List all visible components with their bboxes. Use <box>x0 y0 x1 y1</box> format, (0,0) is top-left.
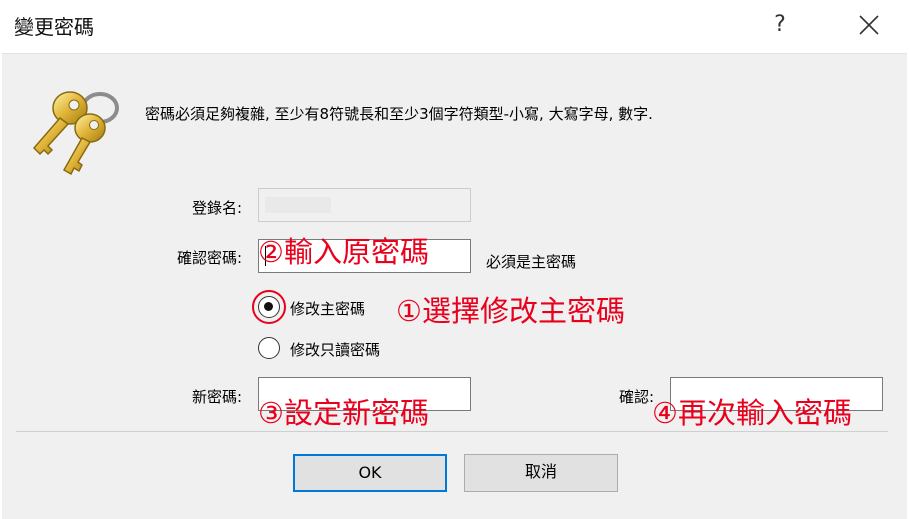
new-password-label: 新密碼: <box>191 388 242 406</box>
radio-label-modify-readonly[interactable]: 修改只讀密碼 <box>290 339 380 360</box>
window-title: 變更密碼 <box>14 15 94 39</box>
login-field <box>258 188 471 222</box>
annotation-step4: ④再次輸入密碼 <box>652 396 852 430</box>
password-policy-text: 密碼必須足夠複雜, 至少有8符號長和至少3個字符類型-小寫, 大寫字母, 數字. <box>145 105 653 123</box>
close-icon <box>859 15 879 35</box>
confirm-password-hint: 必須是主密碼 <box>486 253 577 271</box>
login-value <box>265 197 331 213</box>
annotation-step3: ③設定新密碼 <box>258 396 429 430</box>
login-label: 登錄名: <box>191 199 242 217</box>
annotation-step2: ②輸入原密碼 <box>258 235 429 269</box>
annotation-step1: ①選擇修改主密碼 <box>396 294 625 328</box>
radio-label-modify-master[interactable]: 修改主密碼 <box>290 298 365 319</box>
help-button[interactable]: ? <box>762 6 798 44</box>
ok-button[interactable]: OK <box>293 454 447 492</box>
keys-icon <box>32 91 119 176</box>
confirm-password-label: 確認密碼: <box>176 249 242 267</box>
button-separator <box>16 431 888 432</box>
confirm-new-password-label: 確認: <box>618 388 654 406</box>
title-bar: 變更密碼 ? <box>0 0 909 52</box>
cancel-button[interactable]: 取消 <box>464 454 618 492</box>
close-button[interactable] <box>848 6 888 44</box>
radio-modify-readonly[interactable] <box>258 337 280 359</box>
annotation-highlight-circle <box>252 290 286 324</box>
